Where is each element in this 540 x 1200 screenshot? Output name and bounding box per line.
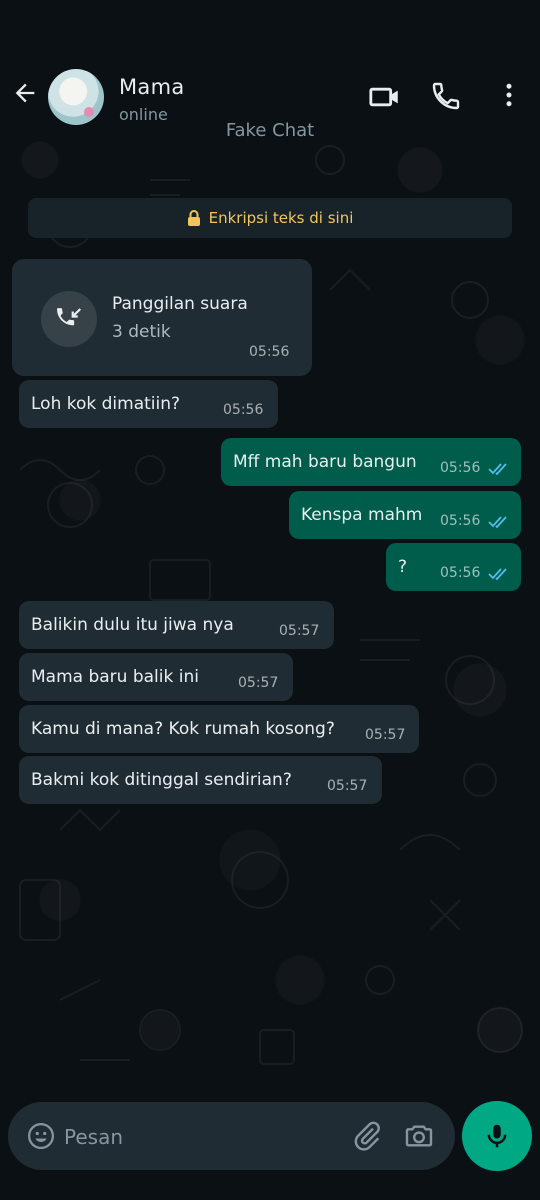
message-text: Mff mah baru bangun bbox=[233, 452, 417, 472]
message-time: 05:57 bbox=[327, 778, 368, 794]
message-bubble-incoming[interactable]: Loh kok dimatiin? 05:56 bbox=[19, 380, 278, 428]
message-text: Kenspa mahm bbox=[301, 505, 423, 525]
camera-button[interactable] bbox=[403, 1120, 435, 1156]
message-bubble-incoming[interactable]: Kamu di mana? Kok rumah kosong? 05:57 bbox=[19, 705, 419, 753]
voice-message-button[interactable] bbox=[462, 1101, 532, 1171]
message-composer bbox=[8, 1102, 455, 1170]
message-bubble-outgoing[interactable]: Mff mah baru bangun 05:56 bbox=[221, 438, 521, 486]
message-text: Balikin dulu itu jiwa nya bbox=[31, 615, 234, 635]
message-bubble-outgoing[interactable]: Kenspa mahm 05:56 bbox=[289, 491, 521, 539]
read-receipt-icon bbox=[488, 568, 507, 581]
message-time: 05:57 bbox=[279, 623, 320, 639]
message-bubble-outgoing[interactable]: ? 05:56 bbox=[386, 543, 521, 591]
message-text: Bakmi kok ditinggal sendirian? bbox=[31, 770, 292, 790]
message-time: 05:56 bbox=[440, 513, 481, 529]
emoji-icon bbox=[28, 1123, 54, 1149]
read-receipt-icon bbox=[488, 463, 507, 476]
message-text: Mama baru balik ini bbox=[31, 667, 199, 687]
mic-icon bbox=[487, 1124, 507, 1148]
message-list: Loh kok dimatiin? 05:56 Mff mah baru ban… bbox=[0, 0, 540, 1200]
message-input[interactable] bbox=[62, 1116, 336, 1158]
message-text: ? bbox=[398, 557, 408, 577]
message-time: 05:56 bbox=[223, 402, 264, 418]
paperclip-icon bbox=[354, 1121, 380, 1151]
message-text: Kamu di mana? Kok rumah kosong? bbox=[31, 719, 335, 739]
message-time: 05:56 bbox=[440, 565, 481, 581]
message-time: 05:56 bbox=[440, 460, 481, 476]
attach-button[interactable] bbox=[351, 1120, 383, 1156]
message-bubble-incoming[interactable]: Bakmi kok ditinggal sendirian? 05:57 bbox=[19, 756, 382, 804]
message-bubble-incoming[interactable]: Mama baru balik ini 05:57 bbox=[19, 653, 293, 701]
camera-icon bbox=[405, 1125, 433, 1147]
message-text: Loh kok dimatiin? bbox=[31, 394, 181, 414]
read-receipt-icon bbox=[488, 516, 507, 529]
emoji-button[interactable] bbox=[26, 1121, 56, 1155]
message-time: 05:57 bbox=[365, 727, 406, 743]
message-bubble-incoming[interactable]: Balikin dulu itu jiwa nya 05:57 bbox=[19, 601, 334, 649]
message-time: 05:57 bbox=[238, 675, 279, 691]
chat-screen: Mama online Fake Chat Enkripsi teks di s… bbox=[0, 0, 540, 1200]
